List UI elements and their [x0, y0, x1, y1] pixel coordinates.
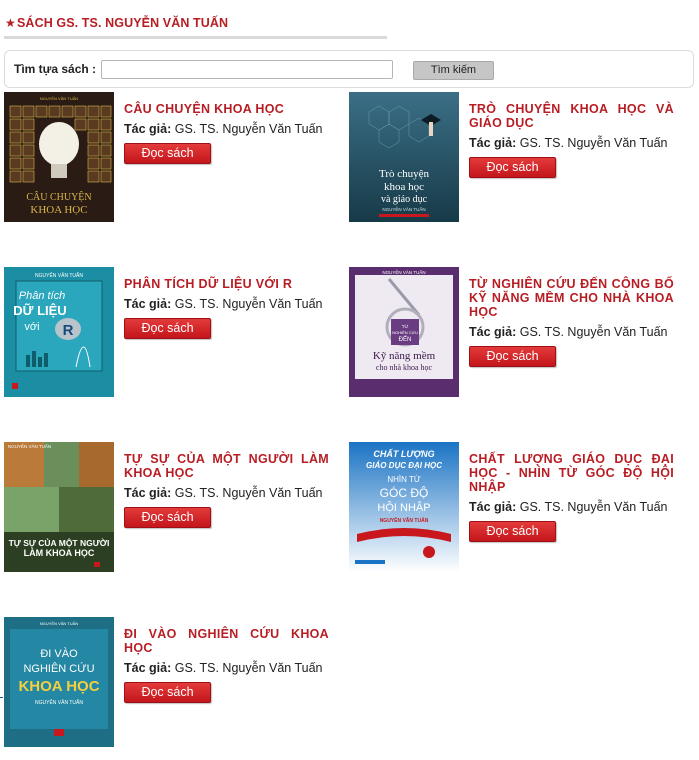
author-label: Tác giả: — [469, 325, 517, 339]
read-book-button[interactable]: Đọc sách — [124, 682, 211, 703]
book-cover[interactable]: CHẤT LƯỢNG GIÁO DỤC ĐẠI HỌC NHÌN TỪ GÓC … — [349, 442, 459, 572]
author-label: Tác giả: — [124, 486, 172, 500]
author-label: Tác giả: — [124, 122, 172, 136]
svg-text:NGUYỄN VĂN TUẤN: NGUYỄN VĂN TUẤN — [8, 443, 51, 449]
edge-link-fragment[interactable] — [0, 688, 3, 698]
svg-text:CÂU CHUYỆN: CÂU CHUYỆN — [26, 191, 91, 203]
svg-text:ĐẾN: ĐẾN — [399, 336, 412, 343]
author-label: Tác giả: — [469, 136, 517, 150]
svg-text:LÀM KHOA HỌC: LÀM KHOA HỌC — [24, 548, 95, 558]
svg-text:DỮ LIỆU: DỮ LIỆU — [13, 303, 66, 318]
book-cover[interactable]: NGUYỄN VĂN TUẤN TỪ NGHIÊN CỨU ĐẾN Kỹ năn… — [349, 267, 459, 397]
read-book-button[interactable]: Đọc sách — [469, 157, 556, 178]
svg-text:HỘI NHẬP: HỘI NHẬP — [377, 501, 430, 514]
svg-text:TỪ: TỪ — [402, 323, 409, 329]
book-author: Tác giả: GS. TS. Nguyễn Văn Tuấn — [124, 486, 329, 501]
section-title: SÁCH GS. TS. NGUYỄN VĂN TUẤN — [17, 16, 229, 30]
book-title[interactable]: TỪ NGHIÊN CỨU ĐẾN CÔNG BỐ KỸ NĂNG MỀM CH… — [469, 277, 674, 319]
book-title[interactable]: TỰ SỰ CỦA MỘT NGƯỜI LÀM KHOA HỌC — [124, 452, 329, 480]
author-name: GS. TS. Nguyễn Văn Tuấn — [519, 325, 668, 339]
read-book-button[interactable]: Đọc sách — [124, 143, 211, 164]
author-name: GS. TS. Nguyễn Văn Tuấn — [174, 661, 323, 675]
book-item: NGUYỄN VĂN TUẤN ĐI VÀO NGHIÊN CỨU KHOA H… — [4, 617, 349, 747]
read-book-button[interactable]: Đọc sách — [124, 507, 211, 528]
book-author: Tác giả: GS. TS. Nguyễn Văn Tuấn — [124, 122, 329, 137]
svg-text:KHOA HỌC: KHOA HỌC — [30, 204, 87, 216]
svg-text:NGUYỄN VĂN TUẤN: NGUYỄN VĂN TUẤN — [380, 517, 429, 524]
book-item: CÂU CHUYỆN KHOA HỌC NGUYỄN VĂN TUẤN CÂU … — [4, 92, 349, 222]
svg-text:NGUYỄN VĂN TUẤN: NGUYỄN VĂN TUẤN — [40, 621, 78, 626]
book-author: Tác giả: GS. TS. Nguyễn Văn Tuấn — [124, 297, 329, 312]
svg-text:CHẤT LƯỢNG: CHẤT LƯỢNG — [373, 448, 434, 459]
svg-text:NGHIÊN CỨU: NGHIÊN CỨU — [23, 662, 94, 675]
svg-text:và giáo dục: và giáo dục — [381, 194, 428, 205]
book-title[interactable]: TRÒ CHUYỆN KHOA HỌC VÀ GIÁO DỤC — [469, 102, 674, 130]
book-author: Tác giả: GS. TS. Nguyễn Văn Tuấn — [469, 325, 674, 340]
author-label: Tác giả: — [469, 500, 517, 514]
star-icon: ★ — [5, 16, 16, 30]
book-title[interactable]: CHẤT LƯỢNG GIÁO DỤC ĐẠI HỌC - NHÌN TỪ GÓ… — [469, 452, 674, 494]
svg-text:TỰ SỰ CỦA MỘT NGƯỜI: TỰ SỰ CỦA MỘT NGƯỜI — [9, 537, 110, 548]
svg-text:với: với — [24, 321, 39, 333]
book-title[interactable]: PHÂN TÍCH DỮ LIỆU VỚI R — [124, 277, 329, 291]
author-name: GS. TS. Nguyễn Văn Tuấn — [174, 297, 323, 311]
svg-text:R: R — [63, 322, 74, 339]
author-name: GS. TS. Nguyễn Văn Tuấn — [519, 136, 668, 150]
svg-text:NGUYỄN VĂN TUẤN: NGUYỄN VĂN TUẤN — [382, 206, 425, 212]
svg-text:NGHIÊN CỨU: NGHIÊN CỨU — [392, 330, 418, 335]
author-name: GS. TS. Nguyễn Văn Tuấn — [174, 486, 323, 500]
book-cover[interactable]: CÂU CHUYỆN KHOA HỌC NGUYỄN VĂN TUẤN — [4, 92, 114, 222]
book-title[interactable]: ĐI VÀO NGHIÊN CỨU KHOA HỌC — [124, 627, 329, 655]
book-title[interactable]: CÂU CHUYỆN KHOA HỌC — [124, 102, 329, 116]
book-item: NGUYỄN VĂN TUẤN Phân tích DỮ LIỆU với R … — [4, 267, 349, 397]
author-label: Tác giả: — [124, 297, 172, 311]
svg-text:NGUYỄN VĂN TUẤN: NGUYỄN VĂN TUẤN — [35, 272, 83, 279]
read-book-button[interactable]: Đọc sách — [469, 521, 556, 542]
search-label: Tìm tựa sách : — [14, 62, 97, 76]
book-cover[interactable]: Trò chuyện khoa học và giáo dục NGUYỄN V… — [349, 92, 459, 222]
read-book-button[interactable]: Đọc sách — [124, 318, 211, 339]
book-cover[interactable]: NGUYỄN VĂN TUẤN TỰ SỰ CỦA MỘT NGƯỜI LÀM … — [4, 442, 114, 572]
book-cover[interactable]: NGUYỄN VĂN TUẤN Phân tích DỮ LIỆU với R — [4, 267, 114, 397]
search-input[interactable] — [101, 60, 393, 79]
book-author: Tác giả: GS. TS. Nguyễn Văn Tuấn — [124, 661, 329, 676]
svg-text:ĐI VÀO: ĐI VÀO — [40, 647, 78, 660]
svg-text:khoa học: khoa học — [384, 181, 424, 193]
book-author: Tác giả: GS. TS. Nguyễn Văn Tuấn — [469, 500, 674, 515]
svg-text:GIÁO DỤC ĐẠI HỌC: GIÁO DỤC ĐẠI HỌC — [366, 461, 442, 470]
search-panel: Tìm tựa sách : Tìm kiếm — [4, 50, 694, 88]
book-item: NGUYỄN VĂN TUẤN TỰ SỰ CỦA MỘT NGƯỜI LÀM … — [4, 442, 349, 572]
svg-text:NGUYỄN VĂN TUẤN: NGUYỄN VĂN TUẤN — [382, 269, 425, 275]
book-item: Trò chuyện khoa học và giáo dục NGUYỄN V… — [349, 92, 694, 222]
svg-text:cho nhà khoa học: cho nhà khoa học — [376, 363, 433, 372]
svg-text:Kỹ năng mềm: Kỹ năng mềm — [373, 350, 436, 362]
heading-divider — [4, 36, 387, 39]
svg-text:Trò chuyện: Trò chuyện — [379, 168, 430, 180]
svg-text:NHÌN TỪ: NHÌN TỪ — [387, 475, 421, 484]
svg-text:GÓC ĐỘ: GÓC ĐỘ — [380, 485, 429, 500]
book-item: NGUYỄN VĂN TUẤN TỪ NGHIÊN CỨU ĐẾN Kỹ năn… — [349, 267, 694, 397]
author-name: GS. TS. Nguyễn Văn Tuấn — [174, 122, 323, 136]
author-name: GS. TS. Nguyễn Văn Tuấn — [519, 500, 668, 514]
read-book-button[interactable]: Đọc sách — [469, 346, 556, 367]
svg-text:Phân tích: Phân tích — [19, 290, 65, 302]
section-heading: ★ SÁCH GS. TS. NGUYỄN VĂN TUẤN — [4, 14, 387, 40]
svg-text:NGUYỄN VĂN TUẤN: NGUYỄN VĂN TUẤN — [35, 699, 83, 706]
book-cover[interactable]: NGUYỄN VĂN TUẤN ĐI VÀO NGHIÊN CỨU KHOA H… — [4, 617, 114, 747]
book-item: CHẤT LƯỢNG GIÁO DỤC ĐẠI HỌC NHÌN TỪ GÓC … — [349, 442, 694, 572]
svg-text:KHOA HỌC: KHOA HỌC — [18, 678, 99, 695]
author-label: Tác giả: — [124, 661, 172, 675]
svg-text:NGUYỄN VĂN TUẤN: NGUYỄN VĂN TUẤN — [40, 96, 78, 101]
search-button[interactable]: Tìm kiếm — [413, 61, 494, 80]
book-author: Tác giả: GS. TS. Nguyễn Văn Tuấn — [469, 136, 674, 151]
